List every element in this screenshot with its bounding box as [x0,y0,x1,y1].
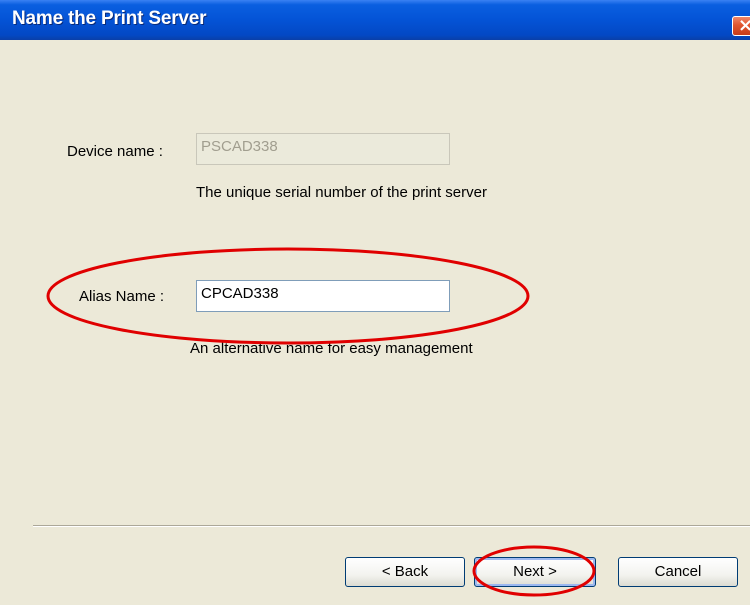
close-icon: × [738,15,750,36]
back-button[interactable]: < Back [345,557,465,587]
alias-name-label: Alias Name : [79,288,165,305]
device-name-description: The unique serial number of the print se… [196,184,487,201]
cancel-button[interactable]: Cancel [618,557,738,587]
close-button[interactable]: × [732,15,750,36]
print-server-wizard-window: Name the Print Server × Device name : PS… [0,0,750,605]
alias-name-input[interactable]: CPCAD338 [196,280,450,312]
device-name-field: PSCAD338 [196,133,450,165]
alias-name-description: An alternative name for easy management [190,340,473,357]
footer-separator [33,525,750,527]
next-button[interactable]: Next > [474,557,596,587]
window-title: Name the Print Server [12,8,207,29]
title-bar[interactable]: Name the Print Server × [0,0,750,40]
device-name-label: Device name : [67,143,163,160]
